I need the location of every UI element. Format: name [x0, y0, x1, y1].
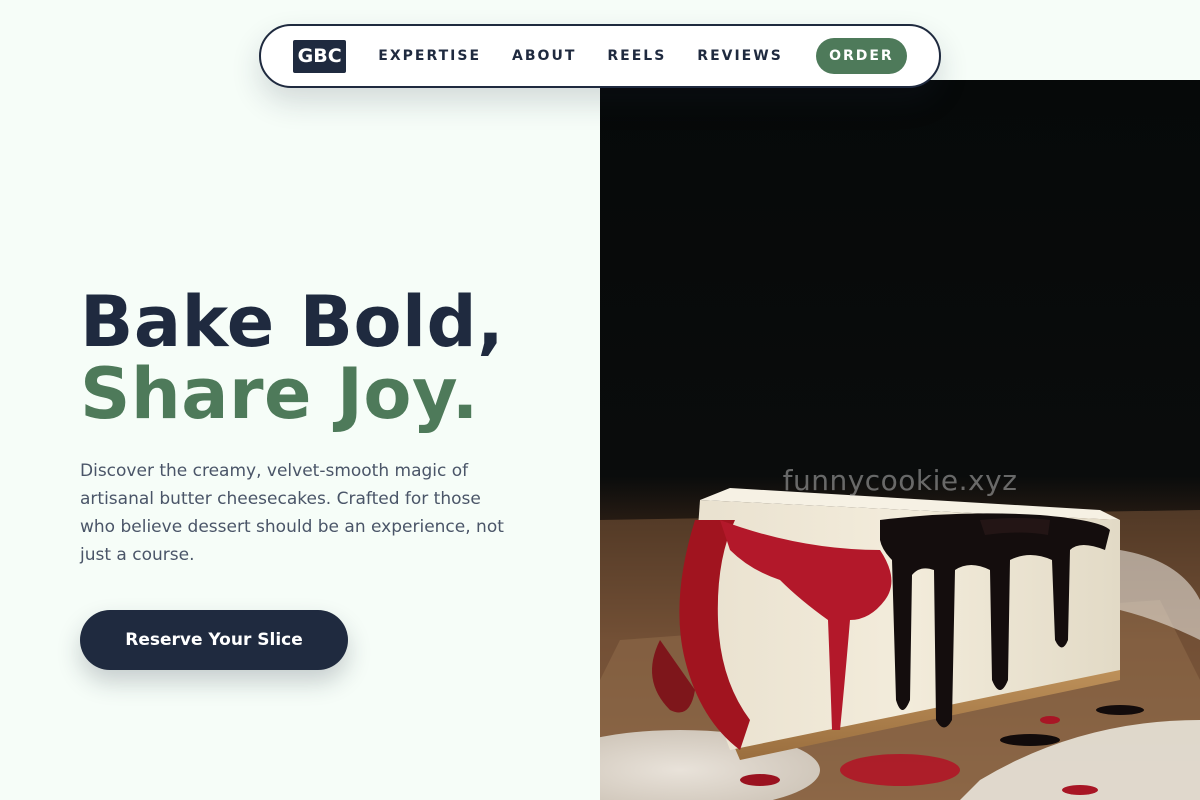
top-navigation: GBC EXPERTISE ABOUT REELS REVIEWS ORDER	[259, 24, 941, 88]
nav-link-reels[interactable]: REELS	[607, 48, 666, 64]
hero-description: Discover the creamy, velvet-smooth magic…	[80, 461, 504, 565]
hero-headline: Bake Bold, Share Joy.	[80, 286, 580, 430]
brand-logo[interactable]: GBC	[293, 39, 347, 73]
headline-line-1: Bake Bold,	[80, 281, 505, 363]
nav-link-reviews[interactable]: REVIEWS	[697, 48, 782, 64]
headline-line-2: Share Joy.	[80, 353, 479, 435]
order-button[interactable]: ORDER	[815, 38, 907, 74]
nav-link-expertise[interactable]: EXPERTISE	[378, 48, 481, 64]
watermark-text: funnycookie.xyz	[782, 464, 1018, 497]
nav-link-about[interactable]: ABOUT	[512, 48, 576, 64]
hero-text-section: Bake Bold, Share Joy. Discover the cream…	[80, 286, 580, 569]
hero-cheesecake-image: funnycookie.xyz	[600, 80, 1200, 800]
reserve-slice-button[interactable]: Reserve Your Slice	[80, 610, 348, 670]
